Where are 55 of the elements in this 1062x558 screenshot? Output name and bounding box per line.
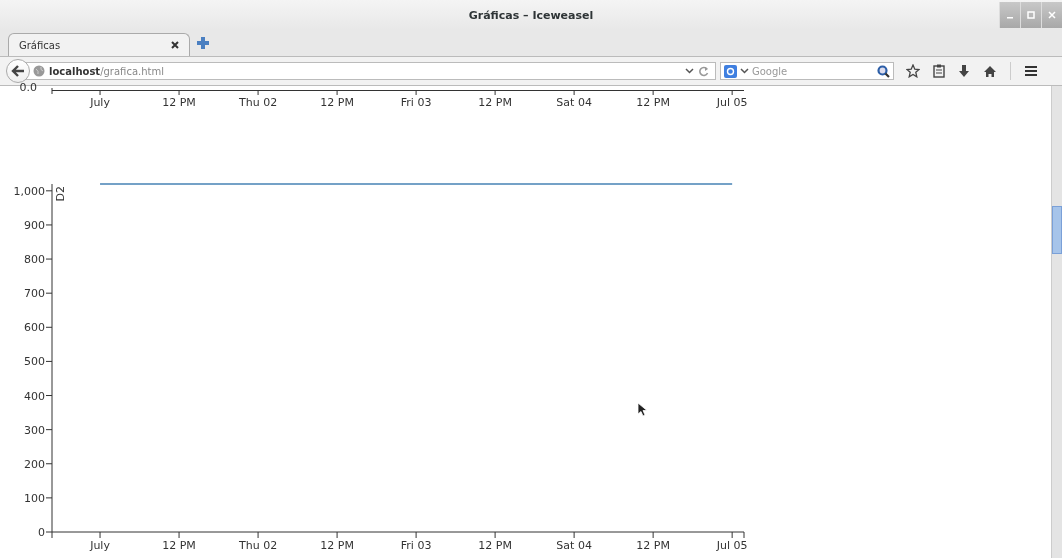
chevron-icon[interactable] [685,68,694,74]
close-tab-icon[interactable] [171,41,179,49]
download-icon[interactable] [958,64,970,78]
search-field[interactable]: Google [720,62,894,80]
axis-label: 400 [24,389,45,403]
axis-label: 0 [38,526,45,539]
globe-icon [33,65,45,77]
menu-icon[interactable] [1024,65,1038,77]
clipboard-icon[interactable] [933,64,945,78]
axis-label: 12 PM [162,96,196,109]
search-engine-icon[interactable] [724,64,737,78]
axis-label: 800 [24,253,45,267]
axis-label: 12 PM [636,96,670,109]
axis-label: 100 [24,491,45,505]
back-button[interactable] [6,59,30,83]
scrollbar-thumb[interactable] [1052,206,1062,254]
axis-label: 300 [24,423,45,437]
axis-label: 200 [24,457,45,471]
axis-label: 700 [24,287,45,301]
browser-tab[interactable]: Gráficas [8,33,190,56]
series-label: D2 [54,186,67,202]
axis-label: Fri 03 [400,96,432,109]
axis-label: July [90,539,110,552]
axis-label: Jul 05 [716,96,748,109]
axis-label: 12 PM [162,539,196,552]
star-icon[interactable] [906,64,920,78]
back-arrow-icon [11,65,25,77]
chevron-icon[interactable] [740,68,749,74]
maximize-icon [1027,11,1035,19]
url-text: localhost/grafica.html [49,65,164,77]
address-field[interactable]: localhost/grafica.html [26,62,716,80]
home-icon[interactable] [983,64,997,78]
axis-label: 1,000 [13,184,45,198]
axis-label: 900 [24,218,45,232]
axis-label: Thu 02 [239,96,278,109]
axis-label: Sat 04 [556,539,592,552]
axis-label: 600 [24,321,45,335]
mouse-pointer-icon [637,402,647,417]
axis-label: Thu 02 [239,539,278,552]
axis-label: 12 PM [478,96,512,109]
axis-label: July [90,96,110,109]
axis-label: 12 PM [320,539,354,552]
close-icon [1048,11,1056,19]
window-title: Gráficas – Iceweasel [468,8,594,22]
new-tab-icon[interactable] [196,36,210,50]
axis-label: 0.0 [19,81,37,94]
axis-label: Fri 03 [400,539,432,552]
scrollbar[interactable] [1051,86,1062,558]
axis-label: 12 PM [636,539,670,552]
axis-label: 12 PM [478,539,512,552]
search-icon[interactable] [877,64,890,78]
axis-label: 500 [24,355,45,369]
axis-label: Sat 04 [556,96,592,109]
axis-label: 12 PM [320,96,354,109]
axis-label: Jul 05 [716,539,748,552]
